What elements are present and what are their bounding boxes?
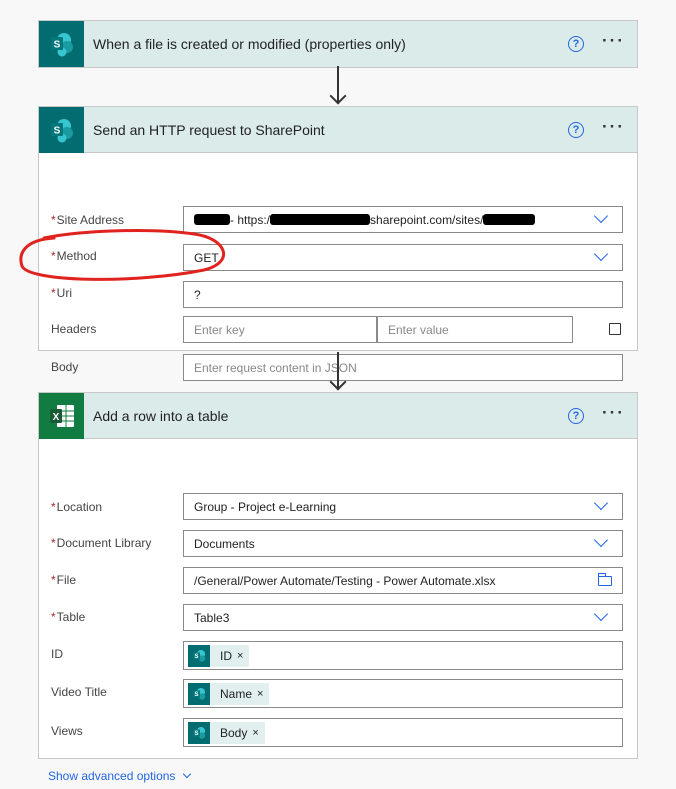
more-options-icon[interactable]: ··· [602,118,625,138]
show-advanced-options-link[interactable]: Show advanced options [48,769,192,783]
chevron-down-icon[interactable] [593,532,609,548]
help-icon[interactable]: ? [568,407,585,424]
http-request-header[interactable]: S Send an HTTP request to SharePoint ? ·… [39,106,637,153]
sharepoint-icon: S [39,106,84,153]
body-label: Body [51,360,79,374]
trigger-header[interactable]: S When a file is created or modified (pr… [39,21,637,67]
video-title-input[interactable]: S Name × [183,679,623,708]
svg-text:X: X [52,412,59,423]
svg-text:S: S [194,731,198,737]
id-label: ID [51,647,63,661]
table-label: *Table [51,610,86,624]
body-input[interactable]: Enter request content in JSON [183,354,623,381]
dynamic-content-token[interactable]: S ID × [188,644,250,667]
svg-text:S: S [194,654,198,660]
id-input[interactable]: S ID × [183,641,623,670]
location-label: *Location [51,500,103,514]
sharepoint-icon: S [188,721,210,744]
views-input[interactable]: S Body × [183,718,623,747]
svg-text:S: S [53,125,60,136]
headers-key-input[interactable]: Enter key [183,316,377,343]
more-options-icon[interactable]: ··· [602,404,625,424]
document-library-dropdown[interactable]: Documents [183,530,623,557]
chevron-down-icon[interactable] [593,495,609,511]
svg-text:S: S [194,692,198,698]
file-picker[interactable]: /General/Power Automate/Testing - Power … [183,567,623,594]
uri-input[interactable]: ? [183,281,623,308]
chevron-down-icon[interactable] [593,246,609,262]
trigger-card[interactable]: S When a file is created or modified (pr… [38,20,638,68]
file-label: *File [51,573,77,587]
site-address-label: *Site Address [51,213,125,227]
video-title-label: Video Title [51,685,107,699]
add-row-title: Add a row into a table [93,407,229,424]
more-options-icon[interactable]: ··· [602,32,625,52]
site-address-dropdown[interactable]: - https:/ sharepoint.com/sites/ [183,206,623,233]
red-annotation-circle [19,229,226,281]
sharepoint-icon: S [188,644,210,667]
dynamic-content-token[interactable]: S Name × [188,682,270,705]
redaction-mark [270,214,371,225]
http-request-title: Send an HTTP request to SharePoint [93,121,325,138]
excel-icon: X [39,392,84,439]
remove-token-icon[interactable]: × [237,650,243,662]
help-icon[interactable]: ? [568,121,585,138]
redaction-mark [194,214,230,225]
svg-text:S: S [53,40,60,51]
delete-icon[interactable] [609,323,621,335]
views-label: Views [51,724,83,738]
headers-label: Headers [51,322,97,336]
dynamic-content-token[interactable]: S Body × [188,721,265,744]
sharepoint-icon: S [39,21,84,67]
table-dropdown[interactable]: Table3 [183,604,623,631]
method-dropdown[interactable]: GET [183,244,623,271]
uri-label: *Uri [51,286,72,300]
add-row-card[interactable]: X Add a row into a table ? ··· *Location… [38,392,638,783]
headers-value-input[interactable]: Enter value [377,316,573,343]
remove-token-icon[interactable]: × [257,688,263,700]
redaction-mark [483,214,536,225]
folder-icon[interactable] [597,573,612,586]
add-row-header[interactable]: X Add a row into a table ? ··· [39,392,637,439]
chevron-down-icon [183,769,192,779]
trigger-title: When a file is created or modified (prop… [93,36,406,52]
location-dropdown[interactable]: Group - Project e-Learning [183,493,623,520]
help-icon[interactable]: ? [568,36,585,52]
arrow-head-icon [329,87,347,105]
sharepoint-icon: S [188,682,210,705]
chevron-down-icon[interactable] [593,606,609,622]
remove-token-icon[interactable]: × [252,727,258,739]
document-library-label: *Document Library [51,536,152,550]
chevron-down-icon[interactable] [593,208,609,224]
